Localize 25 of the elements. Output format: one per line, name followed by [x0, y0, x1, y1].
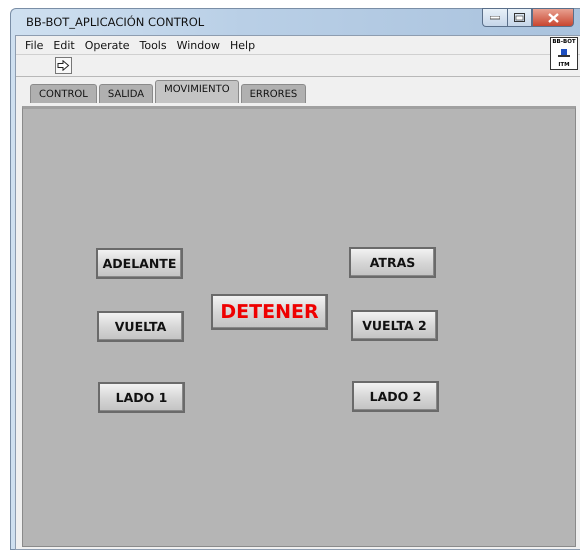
- maximize-icon: [514, 13, 525, 22]
- move-button[interactable]: ADELANTE: [96, 248, 183, 279]
- move-button[interactable]: VUELTA 2: [351, 310, 438, 341]
- move-button[interactable]: LADO 1: [98, 382, 185, 413]
- move-button[interactable]: LADO 2: [352, 381, 439, 412]
- tab[interactable]: ERRORES: [240, 84, 306, 103]
- close-icon: [548, 12, 558, 22]
- menu-item[interactable]: File: [20, 38, 48, 52]
- window-title: BB-BOT_APLICACIÓN CONTROL: [26, 14, 204, 28]
- menu-item[interactable]: Edit: [48, 38, 80, 52]
- tab[interactable]: MOVIMIENTO: [155, 80, 239, 103]
- menu-item[interactable]: Window: [172, 38, 225, 52]
- minimize-icon: [490, 16, 500, 20]
- tab[interactable]: CONTROL: [30, 84, 97, 103]
- menu-item[interactable]: Tools: [134, 38, 172, 52]
- move-button[interactable]: VUELTA: [97, 311, 184, 342]
- tab[interactable]: SALIDA: [98, 84, 154, 103]
- menu-item[interactable]: Operate: [80, 38, 134, 52]
- move-button[interactable]: ATRAS: [349, 247, 436, 278]
- run-button[interactable]: [55, 57, 72, 74]
- minimize-button[interactable]: [482, 8, 507, 27]
- menu-item[interactable]: Help: [224, 38, 260, 52]
- maximize-button[interactable]: [507, 8, 532, 27]
- close-button[interactable]: [532, 8, 574, 27]
- arrow-icon: [57, 60, 70, 71]
